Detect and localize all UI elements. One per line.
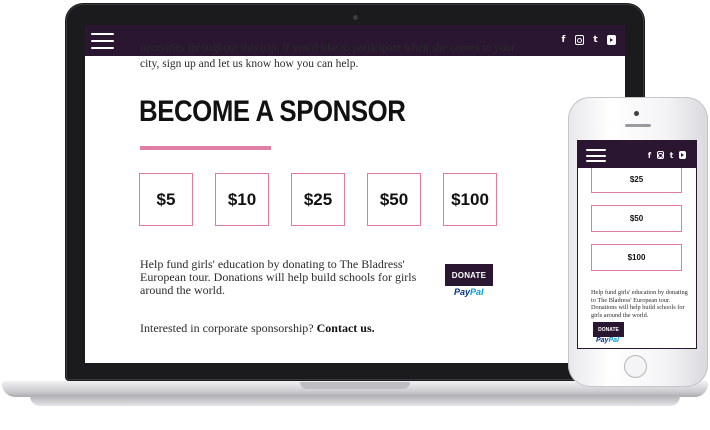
amount-option-5[interactable]: $5 [139, 173, 193, 226]
phone-amount-options: $25 $50 $100 [591, 166, 682, 271]
facebook-icon[interactable]: f [646, 151, 653, 160]
phone-home-button [624, 355, 647, 378]
youtube-icon[interactable] [607, 35, 616, 45]
phone-paypal-logo-pay: Pay [596, 337, 609, 344]
phone-earpiece [625, 124, 651, 127]
twitter-icon[interactable]: t [668, 151, 675, 160]
phone-amount-option-25[interactable]: $25 [591, 166, 682, 193]
hamburger-menu-icon[interactable] [91, 33, 114, 49]
page-title: BECOME A SPONSOR [139, 95, 406, 128]
paypal-logo-pay: Pay [454, 287, 471, 297]
social-links: f t [559, 35, 616, 45]
phone-screen: $25 $50 $100 f t Help fund girls' educat… [577, 140, 697, 349]
corporate-sponsorship: Interested in corporate sponsorship? Con… [140, 321, 375, 336]
phone-donation-description: Help fund girls' education by donating t… [591, 289, 688, 319]
phone-camera [634, 111, 639, 116]
facebook-icon[interactable]: f [559, 35, 568, 45]
amount-option-50[interactable]: $50 [367, 173, 421, 226]
donation-description: Help fund girls' education by donating t… [140, 257, 417, 297]
phone-paypal-logo-pal: Pal [608, 337, 619, 344]
phone-paypal-logo: PayPal [596, 337, 619, 344]
laptop-notch [300, 382, 410, 389]
phone-amount-option-50[interactable]: $50 [591, 205, 682, 232]
corporate-text: Interested in corporate sponsorship? [140, 321, 314, 335]
paypal-logo: PayPal [454, 287, 484, 297]
amount-option-25[interactable]: $25 [291, 173, 345, 226]
phone-amount-option-100[interactable]: $100 [591, 244, 682, 271]
instagram-icon[interactable] [575, 35, 584, 45]
phone-site-nav: f t [578, 141, 696, 168]
amount-option-100[interactable]: $100 [443, 173, 497, 226]
phone-social-links: f t [646, 151, 686, 160]
paypal-logo-pal: Pal [470, 287, 484, 297]
donate-button[interactable]: DONATE [445, 264, 493, 286]
phone-donate-button[interactable]: DONATE [593, 322, 624, 337]
hamburger-menu-icon[interactable] [586, 149, 606, 162]
laptop-screen: f t necesities throughout this trip. If … [85, 25, 625, 363]
amount-options: $5 $10 $25 $50 $100 [139, 173, 497, 226]
twitter-icon[interactable]: t [591, 35, 600, 45]
laptop-camera [353, 15, 358, 20]
contact-link[interactable]: Contact us. [317, 321, 375, 335]
youtube-icon[interactable] [679, 151, 686, 159]
title-underline [140, 146, 271, 150]
laptop-base-bottom [30, 396, 680, 406]
amount-option-10[interactable]: $10 [215, 173, 269, 226]
instagram-icon[interactable] [657, 151, 664, 159]
intro-paragraph: necesities throughout this trip. If you'… [140, 42, 516, 70]
